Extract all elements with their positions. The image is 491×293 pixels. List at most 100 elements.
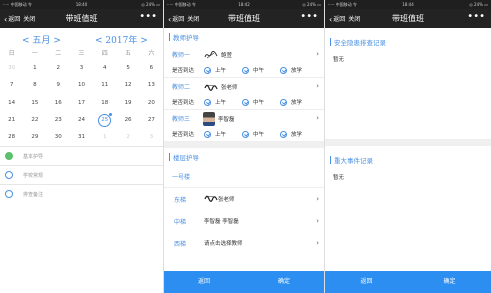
calendar-day[interactable]: 16 (47, 95, 70, 112)
calendar-day[interactable]: 29 (23, 129, 46, 146)
calendar-day[interactable]: 2 (116, 129, 139, 146)
calendar-day[interactable]: 24 (70, 112, 93, 129)
arrival-checkbox[interactable]: 放学 (280, 66, 302, 74)
back-button[interactable]: ‹返回 关闭 (168, 14, 199, 24)
next-month-button[interactable]: > (53, 36, 61, 46)
calendar-day[interactable]: 28 (0, 129, 23, 146)
back-label: 返回 (333, 16, 346, 23)
calendar-day[interactable]: 5 (116, 60, 139, 77)
arrival-checkbox[interactable]: 上午 (204, 130, 226, 138)
teacher-row[interactable]: 教师一 鲍萱 › (164, 46, 324, 63)
calendar-day[interactable]: 3 (140, 129, 163, 146)
arrival-checkbox[interactable]: 放学 (280, 98, 302, 106)
arrival-checkbox[interactable]: 上午 (204, 98, 226, 106)
calendar-day[interactable]: 11 (93, 77, 116, 94)
chevron-right-icon: › (316, 114, 319, 122)
floor-row[interactable]: 东梯 张老师 › (164, 188, 324, 210)
calendar-day[interactable]: 7 (0, 77, 23, 94)
close-button[interactable]: 关闭 (23, 16, 35, 23)
teacher-row[interactable]: 教师二 张老师 › (164, 78, 324, 95)
circle-icon (5, 190, 13, 199)
back-button[interactable]: ‹返回 关闭 (4, 14, 35, 24)
calendar-day[interactable]: 12 (116, 77, 139, 94)
arrival-checkbox[interactable]: 上午 (204, 66, 226, 74)
signature-image (203, 81, 218, 93)
calendar-day[interactable]: 4 (93, 60, 116, 77)
signature-image (203, 49, 218, 61)
day-number: 14 (8, 99, 16, 106)
calendar-day[interactable]: 1 (93, 129, 116, 146)
battery-text: ◎ 24% ▭ (469, 2, 488, 7)
calendar-day[interactable]: 26 (116, 112, 139, 129)
calendar-day[interactable]: 22 (23, 112, 46, 129)
arrival-checkbox[interactable]: 中午 (242, 130, 264, 138)
arrival-checkbox[interactable]: 中午 (242, 98, 264, 106)
confirm-button[interactable]: 确定 (408, 271, 491, 293)
calendar-day[interactable]: 20 (140, 95, 163, 112)
weekday-label: 二 (55, 50, 62, 57)
prev-month-button[interactable]: < (22, 36, 30, 46)
legend-item[interactable]: 基本护导 (0, 146, 163, 165)
arrival-checkbox[interactable]: 中午 (242, 66, 264, 74)
calendar-screen: ····· 中国移动 令 18:40 ◎ 24% ▭ ‹返回 关闭 带班值班 ••… (0, 0, 163, 293)
teacher-name: 请点击选择教师 (204, 241, 243, 247)
day-number: 13 (147, 82, 155, 89)
calendar-day[interactable]: 6 (140, 60, 163, 77)
safety-content-area[interactable] (325, 68, 491, 140)
duty-screen: ····· 中国移动 令 18:42 ◎ 24% ▭ ‹返回 关闭 带班值班 ••… (163, 0, 324, 293)
calendar-day[interactable]: 3 (70, 60, 93, 77)
floor-label: 中梯 (174, 218, 187, 226)
calendar-day[interactable]: 15 (23, 95, 46, 112)
slot-label: 中午 (253, 132, 265, 138)
next-year-button[interactable]: > (140, 36, 148, 46)
teacher-name: 李智磊 (218, 116, 235, 123)
calendar-day[interactable]: 10 (70, 77, 93, 94)
more-icon[interactable]: ••• (467, 11, 485, 22)
more-icon[interactable]: ••• (139, 11, 157, 22)
prev-year-button[interactable]: < (95, 36, 103, 46)
day-number: 2 (126, 134, 130, 141)
calendar-day[interactable]: 1 (23, 60, 46, 77)
calendar-day[interactable]: 23 (47, 112, 70, 129)
back-button-bottom[interactable]: 返回 (164, 271, 244, 293)
calendar-day[interactable]: 18 (93, 95, 116, 112)
chevron-right-icon: › (316, 195, 319, 203)
teacher-name: 鲍萱 (221, 52, 233, 59)
calendar-day[interactable]: 19 (116, 95, 139, 112)
close-button[interactable]: 关闭 (187, 16, 199, 23)
slot-label: 上午 (215, 132, 227, 138)
month-selector[interactable]: < 五月 > (22, 33, 61, 46)
calendar-day[interactable]: 31 (70, 129, 93, 146)
floor-row[interactable]: 西梯 请点击选择教师 › (164, 232, 324, 254)
section-title: 教师护导 (173, 34, 199, 42)
calendar-day[interactable]: 2 (47, 60, 70, 77)
teacher-row[interactable]: 教师三 李智磊 › (164, 110, 324, 127)
calendar-day[interactable]: 9 (47, 77, 70, 94)
calendar-day[interactable]: 8 (23, 77, 46, 94)
safety-empty-text: 暂无 (333, 57, 345, 63)
floor-row[interactable]: 中梯 李智磊 李智磊 › (164, 210, 324, 232)
slot-label: 放学 (291, 68, 303, 74)
more-icon[interactable]: ••• (300, 11, 318, 22)
calendar-day[interactable]: 27 (140, 112, 163, 129)
calendar-day[interactable]: 30 (47, 129, 70, 146)
slot-label: 上午 (215, 100, 227, 106)
back-button[interactable]: ‹返回 关闭 (329, 14, 360, 24)
back-button-bottom[interactable]: 返回 (325, 271, 408, 293)
confirm-button[interactable]: 确定 (244, 271, 324, 293)
calendar-day-selected[interactable]: 25 (93, 112, 116, 129)
calendar-day[interactable]: 14 (0, 95, 23, 112)
calendar-day[interactable]: 30 (0, 60, 23, 77)
calendar-day[interactable]: 17 (70, 95, 93, 112)
section-title: 楼层护导 (173, 154, 199, 162)
legend-list: 基本护导 学校常规 排查备注 (0, 146, 163, 203)
close-button[interactable]: 关闭 (348, 16, 360, 23)
legend-item[interactable]: 学校常规 (0, 165, 163, 184)
chevron-right-icon: › (316, 239, 319, 247)
legend-item[interactable]: 排查备注 (0, 184, 163, 203)
teacher-name: 李智磊 李智磊 (204, 219, 239, 225)
year-selector[interactable]: < 2017年 > (95, 33, 148, 46)
calendar-day[interactable]: 21 (0, 112, 23, 129)
calendar-day[interactable]: 13 (140, 77, 163, 94)
arrival-checkbox[interactable]: 放学 (280, 130, 302, 138)
